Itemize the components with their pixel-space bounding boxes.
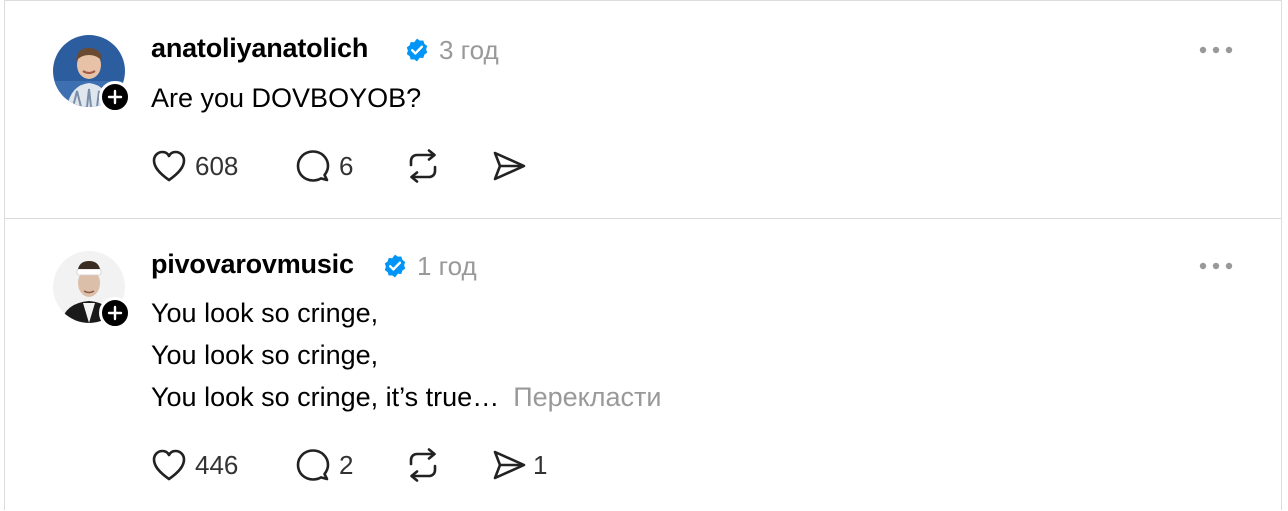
reply-button[interactable]: 2 (295, 445, 353, 485)
post-time: 1 год (417, 251, 477, 281)
post-text-line: You look so cringe, it’s true… (151, 382, 500, 412)
verified-badge-icon (406, 38, 428, 62)
post-text-line-last: You look so cringe, it’s true… Перекласти (151, 376, 662, 418)
translate-link[interactable]: Перекласти (513, 382, 661, 412)
post-text: Are you DOVBOYOB? (151, 77, 421, 119)
post: pivovarovmusic 1 год You look so cringe,… (5, 219, 1281, 511)
verified-badge-icon (384, 254, 406, 278)
like-count: 608 (195, 150, 239, 181)
post-text-line: Are you DOVBOYOB? (151, 83, 422, 113)
more-options-icon[interactable] (1199, 261, 1233, 271)
heart-icon (152, 150, 186, 182)
repost-icon (409, 149, 437, 183)
thread-feed: anatoliyanatolich 3 год Are you DOVBOYOB… (4, 0, 1282, 510)
repost-button[interactable] (405, 445, 441, 485)
plus-icon (107, 89, 123, 105)
post-time: 3 год (439, 35, 499, 65)
post-text: You look so cringe, You look so cringe, … (151, 292, 662, 418)
post: anatoliyanatolich 3 год Are you DOVBOYOB… (5, 1, 1281, 219)
like-count: 446 (195, 449, 239, 480)
comment-bubble-icon (296, 449, 330, 481)
username[interactable]: pivovarovmusic (151, 249, 354, 280)
like-button[interactable]: 608 (151, 146, 238, 186)
username[interactable]: anatoliyanatolich (151, 33, 368, 64)
plus-icon (107, 305, 123, 321)
avatar[interactable] (53, 251, 131, 329)
reply-count: 2 (339, 449, 354, 480)
share-count: 1 (533, 449, 548, 480)
reply-button[interactable]: 6 (295, 146, 353, 186)
comment-bubble-icon (296, 150, 330, 182)
avatar[interactable] (53, 35, 131, 113)
follow-button[interactable] (99, 81, 131, 113)
post-text-line: You look so cringe, (151, 298, 379, 328)
heart-icon (152, 449, 186, 481)
repost-icon (409, 448, 437, 482)
more-options-icon[interactable] (1199, 45, 1233, 55)
send-icon (493, 151, 526, 181)
post-text-line: You look so cringe, (151, 340, 379, 370)
share-button[interactable]: 1 (491, 445, 547, 485)
follow-button[interactable] (99, 297, 131, 329)
send-icon (493, 450, 526, 480)
repost-button[interactable] (405, 146, 441, 186)
like-button[interactable]: 446 (151, 445, 238, 485)
share-button[interactable] (491, 146, 527, 186)
reply-count: 6 (339, 150, 354, 181)
